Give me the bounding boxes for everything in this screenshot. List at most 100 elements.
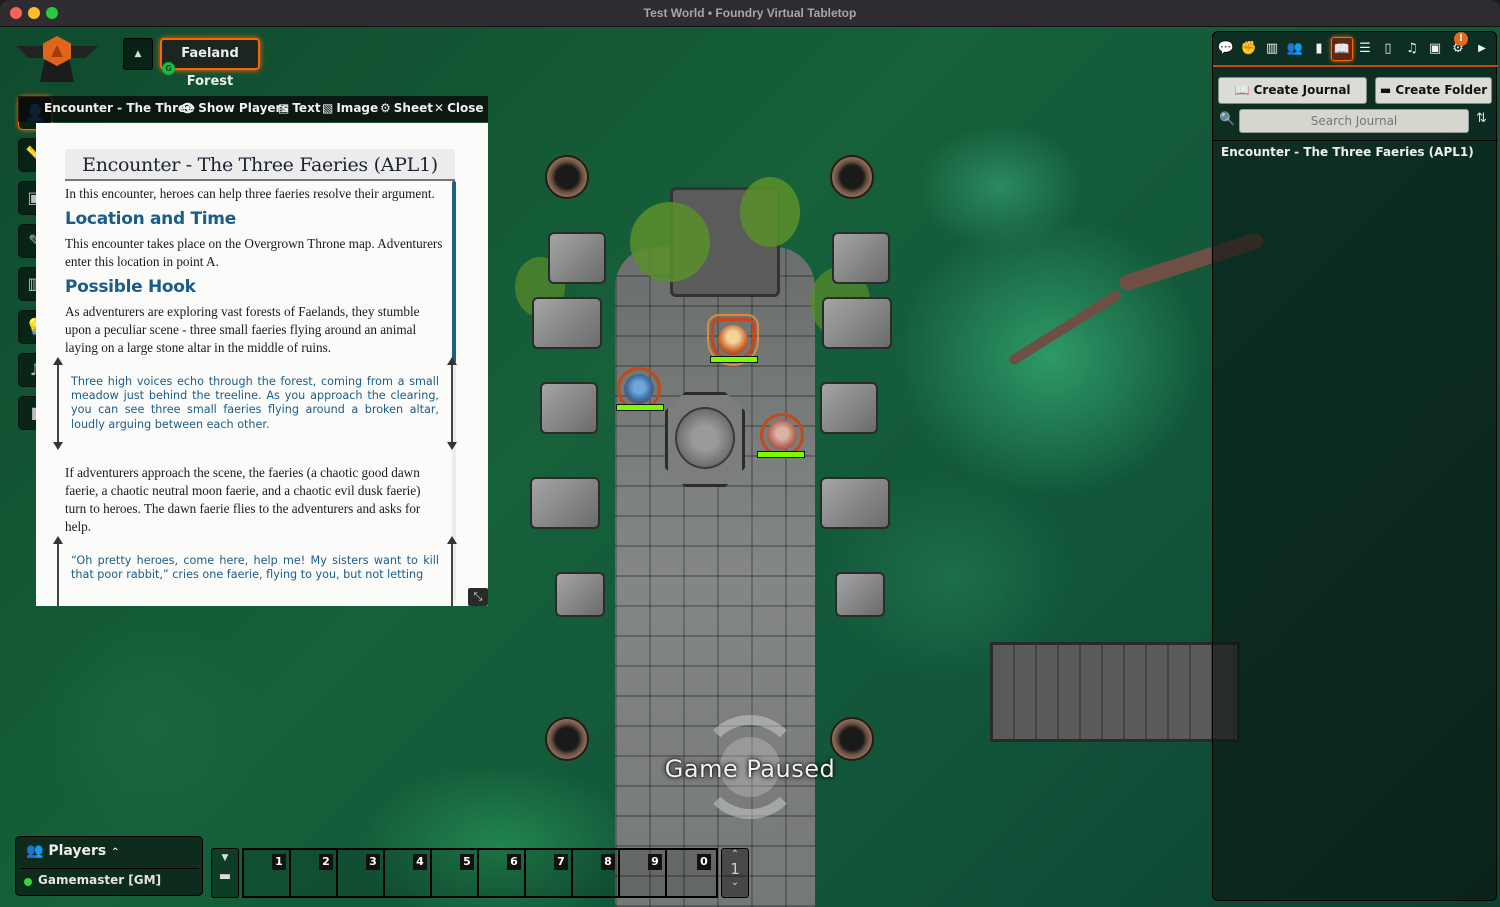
image-icon: ▧ (322, 101, 334, 115)
macro-slot[interactable]: 6 (479, 850, 526, 896)
expand-icon: ⤡ (473, 590, 483, 603)
location-paragraph: This encounter takes place on the Overgr… (65, 236, 443, 269)
macro-slot[interactable]: 5 (432, 850, 479, 896)
macro-directory-button[interactable]: ▬ (212, 869, 238, 884)
divider (1213, 140, 1498, 141)
hotbar-page-number: 1 (730, 860, 740, 878)
macro-slot[interactable]: 7 (526, 850, 573, 896)
foundry-logo[interactable] (16, 36, 98, 82)
sheet-label: Sheet (393, 101, 433, 115)
slot-key: 7 (554, 854, 568, 870)
journal-text: In this encounter, heroes can help three… (53, 185, 457, 606)
tab-chat[interactable]: 💬 (1215, 37, 1237, 61)
macro-slot[interactable]: 0 (667, 850, 714, 896)
stone-pillar (530, 477, 600, 529)
image-label: Image (336, 101, 379, 115)
arrow-down-icon (53, 441, 63, 450)
settings-notification-badge: ! (1454, 32, 1468, 46)
token-hp-bar (710, 356, 758, 363)
token-portrait (718, 325, 748, 355)
tab-tables[interactable]: ☰ (1354, 37, 1376, 61)
player-status-dot (24, 878, 32, 886)
journal-sheet: Encounter - The Three 👁 Show Players ▤ Tex… (18, 96, 488, 606)
slot-key: 4 (413, 854, 427, 870)
create-folder-button[interactable]: ▬ Create Folder (1375, 77, 1492, 104)
tab-items[interactable]: ▮ (1308, 37, 1330, 61)
stone-pillar (820, 477, 890, 529)
caret-up-icon: ▲ (134, 49, 142, 59)
well (545, 155, 589, 199)
gear-icon: ⚙ (380, 101, 391, 115)
folder-icon: ▬ (218, 869, 232, 884)
token-portrait (767, 420, 797, 450)
chevron-up-icon: ⌃ (111, 847, 120, 858)
journal-content[interactable]: Encounter - The Three Faeries (APL1) In … (36, 123, 488, 606)
tree-branch (1007, 288, 1123, 367)
image-mode-button[interactable]: ▧ Image (322, 101, 378, 115)
show-players-button[interactable]: 👁 Show Players (180, 101, 289, 115)
stone-pillar (555, 572, 605, 617)
file-text-icon: ▤ (278, 101, 290, 115)
atlas-icon: ▣ (1428, 41, 1442, 56)
tab-playlists[interactable]: ♫ (1401, 37, 1423, 61)
macro-slot[interactable]: 2 (291, 850, 338, 896)
divider (21, 868, 199, 869)
read-aloud-text: “Oh pretty heroes, come here, help me! M… (71, 553, 439, 582)
stone-pillar (822, 297, 892, 349)
tab-compendium[interactable]: ▣ (1424, 37, 1446, 61)
eye-icon: 👁 (180, 101, 196, 115)
tab-scenes[interactable]: ▥ (1261, 37, 1283, 61)
read-aloud-box: “Oh pretty heroes, come here, help me! M… (53, 535, 457, 606)
map-icon: ▥ (1265, 41, 1279, 56)
close-icon: ✕ (434, 101, 445, 115)
folder-icon: ▬ (1379, 83, 1396, 97)
players-label: Players (48, 843, 107, 859)
macro-slot[interactable]: 9 (620, 850, 667, 896)
sidebar: 💬 ✊ ▥ 👥 ▮ 📖 ☰ ▯ ♫ ▣ ⚙ ▶ 📖 Create Journal… (1212, 31, 1498, 901)
sidebar-collapse-button[interactable]: ▶ (1471, 37, 1493, 61)
scene-nav-faeland-forest[interactable]: Faeland Forest (160, 38, 260, 89)
scene-nav-toggle[interactable]: ▲ (123, 38, 153, 70)
hotbar-collapse-button[interactable]: ▼ (212, 853, 238, 863)
resize-handle[interactable]: ⤡ (468, 588, 488, 606)
page-down-button[interactable]: ⌄ (722, 877, 748, 889)
text-label: Text (292, 101, 321, 115)
stone-pillar (532, 297, 602, 349)
text-mode-button[interactable]: ▤ Text (278, 101, 321, 115)
tab-combat[interactable]: ✊ (1238, 37, 1260, 61)
journal-entry-title[interactable]: Encounter - The Three Faeries (APL1) (65, 149, 455, 181)
macro-slot[interactable]: 8 (573, 850, 620, 896)
game-paused-overlay: Game Paused (650, 707, 850, 847)
sheet-config-button[interactable]: ⚙ Sheet (380, 101, 433, 115)
stone-pillar (832, 232, 890, 284)
book-icon: 📖 (1234, 83, 1254, 97)
moss (740, 177, 800, 247)
window-titlebar: Test World • Foundry Virtual Tabletop (0, 0, 1500, 27)
slot-key: 3 (366, 854, 380, 870)
th-list-icon: ☰ (1359, 41, 1371, 56)
players-toggle[interactable]: 👥 Players ⌃ (26, 843, 120, 859)
macro-slot[interactable]: 4 (385, 850, 432, 896)
scrollbar-thumb[interactable] (452, 181, 456, 363)
slot-key: 0 (697, 854, 711, 870)
macro-slot[interactable]: 3 (338, 850, 385, 896)
tab-journal[interactable]: 📖 (1331, 37, 1353, 61)
intro-paragraph: In this encounter, heroes can help three… (65, 186, 435, 201)
approach-paragraph: If adventurers approach the scene, the f… (65, 464, 421, 534)
sort-icon[interactable]: ⇅ (1476, 111, 1487, 126)
tab-cards[interactable]: ▯ (1377, 37, 1399, 61)
search-journal-input[interactable] (1239, 109, 1469, 133)
moss (630, 202, 710, 282)
slot-key: 6 (507, 854, 521, 870)
hook-paragraph: As adventurers are exploring vast forest… (65, 304, 420, 355)
gm-badge: G (162, 62, 175, 75)
token-portrait (624, 374, 654, 404)
close-button[interactable]: ✕ Close (434, 101, 484, 115)
journal-entry-item[interactable]: Encounter - The Three Faeries (APL1) (1221, 145, 1474, 159)
book-open-icon: 📖 (1333, 42, 1351, 57)
macro-slot[interactable]: 1 (244, 850, 291, 896)
chat-icon: 💬 (1217, 41, 1235, 56)
journal-header[interactable]: Encounter - The Three 👁 Show Players ▤ Tex… (18, 96, 488, 122)
create-journal-entry-button[interactable]: 📖 Create Journal Entry (1218, 77, 1367, 122)
tab-actors[interactable]: 👥 (1284, 37, 1306, 61)
